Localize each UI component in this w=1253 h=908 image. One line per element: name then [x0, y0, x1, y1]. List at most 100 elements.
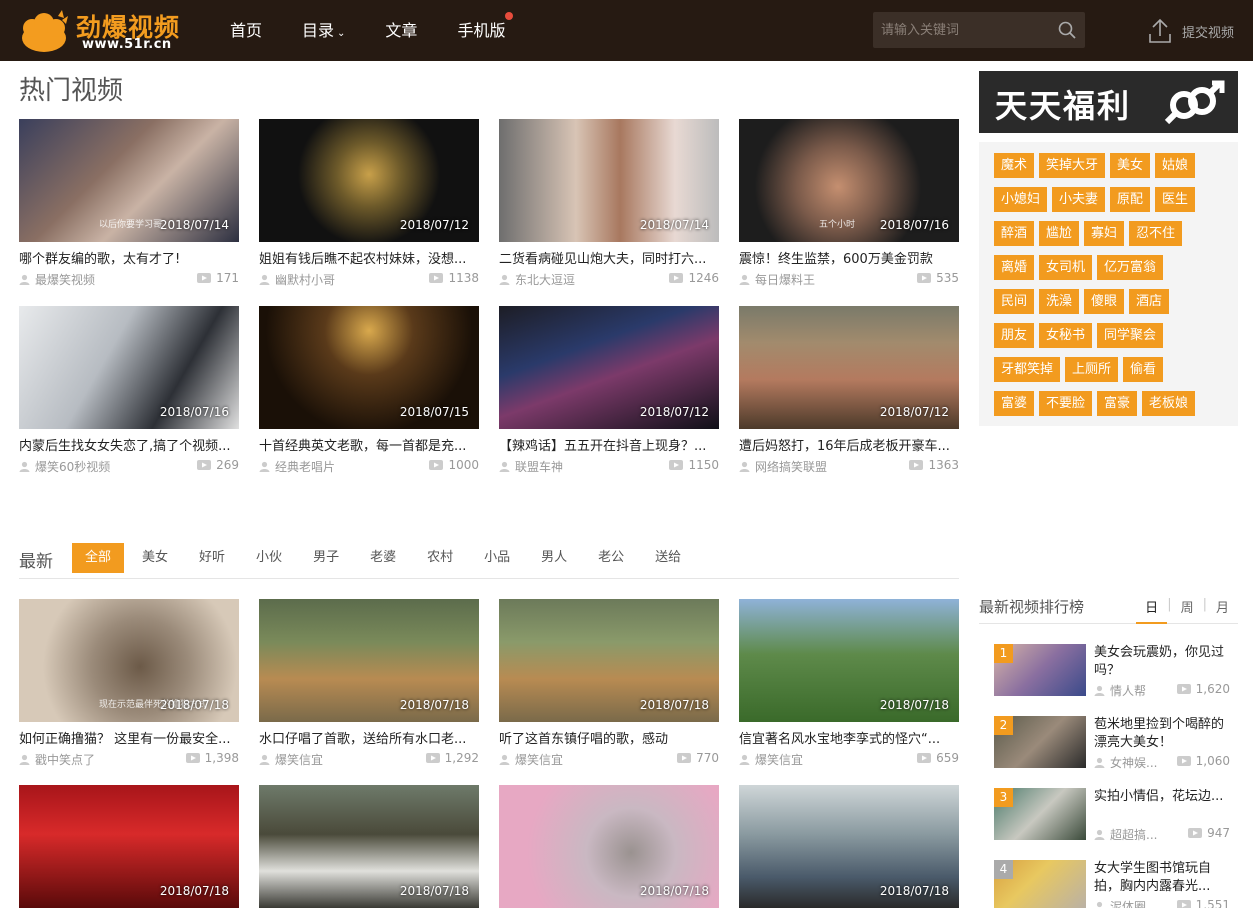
video-thumbnail[interactable]: 五个小时 2018/07/16 — [739, 119, 959, 242]
category-tab[interactable]: 农村 — [414, 543, 466, 573]
ranking-author[interactable]: 情人帮 — [1094, 682, 1146, 699]
welfare-banner[interactable]: 天天福利 — [979, 71, 1238, 133]
tag-link[interactable]: 亿万富翁 — [1097, 255, 1164, 280]
tag-link[interactable]: 同学聚会 — [1097, 323, 1164, 348]
video-thumbnail[interactable]: 2018/07/12 — [499, 306, 719, 429]
video-title[interactable]: 姐姐有钱后瞧不起农村妹妹，没想... — [259, 248, 479, 267]
tag-link[interactable]: 寡妇 — [1084, 221, 1125, 246]
video-thumbnail[interactable]: 2018/07/16 — [19, 306, 239, 429]
nav-item-home[interactable]: 首页 — [210, 0, 282, 61]
tag-link[interactable]: 富婆 — [994, 391, 1035, 416]
video-author[interactable]: 爆笑信宜 — [739, 751, 803, 768]
category-tab[interactable]: 美女 — [129, 543, 181, 573]
category-tab[interactable]: 老婆 — [357, 543, 409, 573]
video-title[interactable]: 听了这首东镇仔唱的歌，感动 — [499, 728, 719, 747]
video-card[interactable]: 2018/07/18 — [739, 785, 959, 908]
ranking-title-text[interactable]: 实拍小情侣，花坛边... — [1094, 788, 1230, 806]
video-title[interactable]: 信宜著名风水宝地李孪式的怪穴“... — [739, 728, 959, 747]
tag-link[interactable]: 姑娘 — [1155, 153, 1196, 178]
video-author[interactable]: 爆笑60秒视频 — [19, 458, 110, 475]
ranking-title-text[interactable]: 女大学生图书馆玩自拍，胸内内露春光... — [1094, 860, 1230, 896]
tag-link[interactable]: 笑掉大牙 — [1039, 153, 1106, 178]
video-author[interactable]: 联盟车神 — [499, 458, 563, 475]
video-thumbnail[interactable]: 2018/07/18 — [259, 785, 479, 908]
video-title[interactable]: 水口仔唱了首歌，送给所有水口老... — [259, 728, 479, 747]
tag-link[interactable]: 小媳妇 — [994, 187, 1048, 212]
category-tab[interactable]: 全部 — [72, 543, 125, 573]
video-author[interactable]: 戳中笑点了 — [19, 751, 95, 768]
video-card[interactable]: 2018/07/16 内蒙后生找女女失恋了,搞了个视频... 爆笑60秒视频 269 — [19, 306, 239, 476]
ranking-thumbnail[interactable]: 4 — [994, 860, 1086, 908]
video-card[interactable]: 2018/07/18 信宜著名风水宝地李孪式的怪穴“... 爆笑信宜 659 — [739, 599, 959, 769]
ranking-item[interactable]: 3 实拍小情侣，花坛边... 超超搞... 947 — [994, 788, 1238, 843]
tag-link[interactable]: 不要脸 — [1039, 391, 1093, 416]
video-card[interactable]: 2018/07/12 姐姐有钱后瞧不起农村妹妹，没想... 幽默村小哥 1138 — [259, 119, 479, 289]
video-title[interactable]: 如何正确撸猫？ 这里有一份最安全... — [19, 728, 239, 747]
tag-link[interactable]: 朋友 — [994, 323, 1035, 348]
tag-link[interactable]: 傻眼 — [1084, 289, 1125, 314]
ranking-period-tab[interactable]: 日 — [1136, 597, 1168, 624]
video-card[interactable]: 2018/07/18 — [19, 785, 239, 908]
tag-link[interactable]: 尴尬 — [1039, 221, 1080, 246]
category-tab[interactable]: 送给 — [642, 543, 694, 573]
video-author[interactable]: 网络搞笑联盟 — [739, 458, 827, 475]
video-title[interactable]: 十首经典英文老歌，每一首都是充... — [259, 435, 479, 454]
tag-link[interactable]: 忍不住 — [1129, 221, 1183, 246]
video-card[interactable]: 2018/07/18 — [499, 785, 719, 908]
ranking-thumbnail[interactable]: 3 — [994, 788, 1086, 840]
video-thumbnail[interactable]: 2018/07/18 — [499, 785, 719, 908]
video-title[interactable]: 二货看病碰见山炮大夫，同时打六... — [499, 248, 719, 267]
site-logo[interactable]: 劲爆视频 www.51r.cn — [18, 4, 188, 56]
tag-link[interactable]: 魔术 — [994, 153, 1035, 178]
ranking-item[interactable]: 1 美女会玩震奶，你见过吗？ 情人帮 1,620 — [994, 644, 1238, 699]
video-card[interactable]: 2018/07/14 二货看病碰见山炮大夫，同时打六... 东北大逗逗 1246 — [499, 119, 719, 289]
video-card[interactable]: 2018/07/15 十首经典英文老歌，每一首都是充... 经典老唱片 1000 — [259, 306, 479, 476]
tag-link[interactable]: 老板娘 — [1142, 391, 1196, 416]
video-title[interactable]: 【辣鸡话】五五开在抖音上现身？... — [499, 435, 719, 454]
video-author[interactable]: 东北大逗逗 — [499, 271, 575, 288]
tag-link[interactable]: 醉酒 — [994, 221, 1035, 246]
nav-item-catalog[interactable]: 目录 ⌄ — [282, 0, 365, 61]
ranking-title-text[interactable]: 美女会玩震奶，你见过吗？ — [1094, 644, 1230, 680]
ranking-author[interactable]: 女神娱... — [1094, 754, 1157, 771]
ranking-thumbnail[interactable]: 2 — [994, 716, 1086, 768]
category-tab[interactable]: 男人 — [528, 543, 580, 573]
video-card[interactable]: 2018/07/18 水口仔唱了首歌，送给所有水口老... 爆笑信宜 1,292 — [259, 599, 479, 769]
tag-link[interactable]: 女司机 — [1039, 255, 1093, 280]
nav-item-articles[interactable]: 文章 — [365, 0, 437, 61]
video-thumbnail[interactable]: 2018/07/18 — [739, 785, 959, 908]
video-thumbnail[interactable]: 2018/07/18 — [19, 785, 239, 908]
tag-link[interactable]: 医生 — [1155, 187, 1196, 212]
video-thumbnail[interactable]: 2018/07/18 — [259, 599, 479, 722]
video-thumbnail[interactable]: 2018/07/18 — [499, 599, 719, 722]
category-tab[interactable]: 好听 — [186, 543, 238, 573]
search-icon[interactable] — [1057, 20, 1077, 40]
search-input[interactable] — [873, 12, 1053, 48]
tag-link[interactable]: 原配 — [1110, 187, 1151, 212]
video-author[interactable]: 每日爆料王 — [739, 271, 815, 288]
tag-link[interactable]: 女秘书 — [1039, 323, 1093, 348]
video-author[interactable]: 幽默村小哥 — [259, 271, 335, 288]
category-tab[interactable]: 小伙 — [243, 543, 295, 573]
category-tab[interactable]: 男子 — [300, 543, 352, 573]
tag-link[interactable]: 离婚 — [994, 255, 1035, 280]
video-title[interactable]: 震惊！终生监禁，600万美金罚款 — [739, 248, 959, 267]
tag-link[interactable]: 小夫妻 — [1052, 187, 1106, 212]
video-title[interactable]: 遭后妈怒打，16年后成老板开豪车... — [739, 435, 959, 454]
video-thumbnail[interactable]: 以后你要学习哥 2018/07/14 — [19, 119, 239, 242]
ranking-period-tab[interactable]: 周 — [1172, 597, 1203, 624]
video-thumbnail[interactable]: 2018/07/12 — [739, 306, 959, 429]
ranking-author[interactable]: 超超搞... — [1094, 826, 1157, 843]
video-author[interactable]: 爆笑信宜 — [259, 751, 323, 768]
video-thumbnail[interactable]: 2018/07/12 — [259, 119, 479, 242]
nav-item-mobile[interactable]: 手机版 — [437, 0, 525, 61]
video-card[interactable]: 2018/07/18 听了这首东镇仔唱的歌，感动 爆笑信宜 770 — [499, 599, 719, 769]
tag-link[interactable]: 牙都笑掉 — [994, 357, 1061, 382]
video-card[interactable]: 以后你要学习哥 2018/07/14 哪个群友编的歌，太有才了! 最爆笑视频 171 — [19, 119, 239, 289]
video-thumbnail[interactable]: 2018/07/18 — [739, 599, 959, 722]
tag-link[interactable]: 民间 — [994, 289, 1035, 314]
tag-link[interactable]: 偷看 — [1123, 357, 1164, 382]
ranking-period-tab[interactable]: 月 — [1207, 597, 1238, 624]
tag-link[interactable]: 洗澡 — [1039, 289, 1080, 314]
ranking-author[interactable]: 泥体圈 — [1094, 898, 1146, 908]
